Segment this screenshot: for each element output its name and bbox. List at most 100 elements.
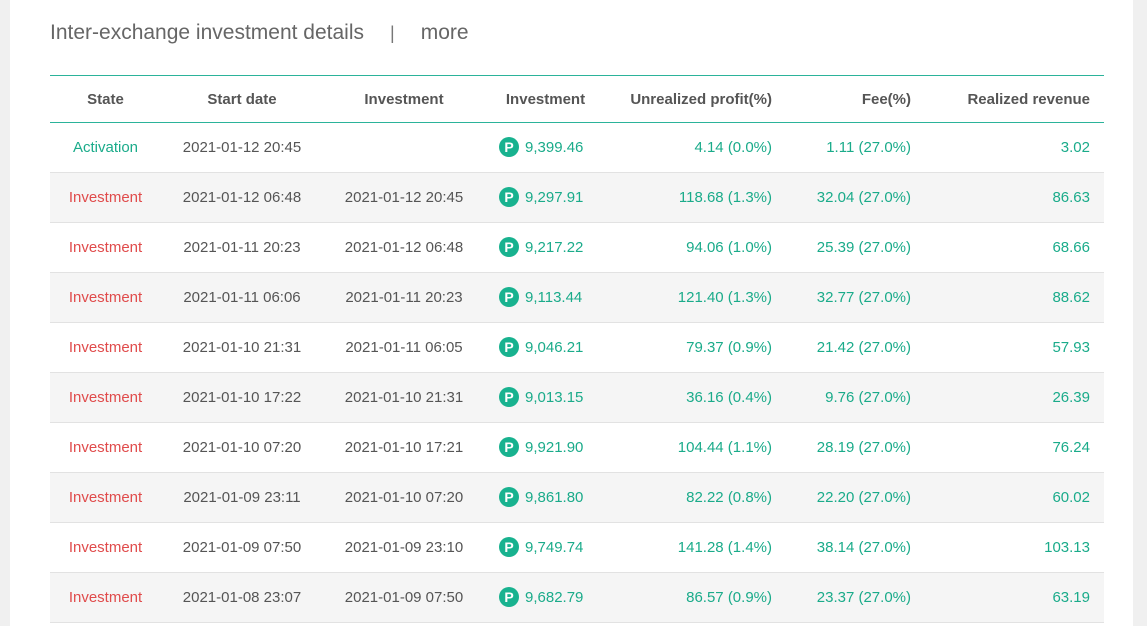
cell-investment-amount: 9,921.90 bbox=[525, 438, 584, 456]
cell-investment: P 9,297.91 bbox=[485, 172, 606, 223]
cell-realized: 63.19 bbox=[925, 572, 1104, 623]
cell-investment-amount: 9,682.79 bbox=[525, 588, 584, 606]
cell-unrealized: 79.37 (0.9%) bbox=[606, 322, 786, 373]
cell-fee: 38.14 (27.0%) bbox=[786, 522, 925, 573]
cell-unrealized: 121.40 (1.3%) bbox=[606, 272, 786, 323]
col-header-start-date: Start date bbox=[161, 75, 323, 123]
cell-state: Investment bbox=[50, 422, 161, 473]
cell-realized: 26.39 bbox=[925, 372, 1104, 423]
cell-fee: 23.37 (27.0%) bbox=[786, 572, 925, 623]
cell-investment: P 9,113.44 bbox=[485, 272, 606, 323]
table-row: Investment 2021-01-09 23:11 2021-01-10 07:… bbox=[50, 472, 1104, 523]
table-header: State Start date Investment Investment U… bbox=[50, 75, 1104, 123]
col-header-investment: Investment bbox=[485, 75, 606, 123]
cell-investment-date: 2021-01-11 06:05 bbox=[323, 322, 485, 373]
cell-unrealized: 94.06 (1.0%) bbox=[606, 222, 786, 273]
cell-fee: 1.11 (27.0%) bbox=[786, 122, 925, 173]
table-row: Investment 2021-01-12 06:48 2021-01-12 20:… bbox=[50, 172, 1104, 223]
investment-table: State Start date Investment Investment U… bbox=[50, 75, 1104, 623]
table-row: Activation 2021-01-12 20:45 P 9,399.46 4.14 … bbox=[50, 122, 1104, 173]
col-header-realized: Realized revenue bbox=[925, 75, 1104, 123]
cell-realized: 103.13 bbox=[925, 522, 1104, 573]
cell-realized: 68.66 bbox=[925, 222, 1104, 273]
cell-unrealized: 141.28 (1.4%) bbox=[606, 522, 786, 573]
cell-state: Investment bbox=[50, 372, 161, 423]
cell-fee: 32.77 (27.0%) bbox=[786, 272, 925, 323]
section-title: Inter-exchange investment details bbox=[50, 21, 365, 44]
cell-investment-date: 2021-01-12 20:45 bbox=[323, 172, 485, 223]
cell-investment-amount: 9,013.15 bbox=[525, 388, 584, 406]
cell-start-date: 2021-01-10 21:31 bbox=[161, 322, 323, 373]
cell-state: Activation bbox=[50, 122, 161, 173]
cell-investment-amount: 9,861.80 bbox=[525, 488, 584, 506]
cell-unrealized: 82.22 (0.8%) bbox=[606, 472, 786, 523]
coin-p-icon: P bbox=[499, 386, 519, 407]
table-row: Investment 2021-01-11 06:06 2021-01-11 20:… bbox=[50, 272, 1104, 323]
header-row: State Start date Investment Investment U… bbox=[50, 75, 1104, 123]
col-header-fee: Fee(%) bbox=[786, 75, 925, 123]
cell-realized: 3.02 bbox=[925, 122, 1104, 173]
cell-investment: P 9,399.46 bbox=[485, 122, 606, 173]
col-header-unrealized: Unrealized profit(%) bbox=[606, 75, 786, 123]
cell-investment-date: 2021-01-10 21:31 bbox=[323, 372, 485, 423]
cell-realized: 86.63 bbox=[925, 172, 1104, 223]
coin-p-icon: P bbox=[499, 336, 519, 357]
cell-state: Investment bbox=[50, 522, 161, 573]
coin-p-icon: P bbox=[499, 586, 519, 607]
table-body: Activation 2021-01-12 20:45 P 9,399.46 4.14 … bbox=[50, 122, 1104, 623]
cell-investment: P 9,217.22 bbox=[485, 222, 606, 273]
coin-p-icon: P bbox=[499, 536, 519, 557]
cell-fee: 25.39 (27.0%) bbox=[786, 222, 925, 273]
cell-investment-date: 2021-01-12 06:48 bbox=[323, 222, 485, 273]
cell-investment-amount: 9,217.22 bbox=[525, 238, 584, 256]
cell-state: Investment bbox=[50, 272, 161, 323]
cell-start-date: 2021-01-09 07:50 bbox=[161, 522, 323, 573]
cell-investment-date: 2021-01-09 07:50 bbox=[323, 572, 485, 623]
cell-state: Investment bbox=[50, 472, 161, 523]
cell-unrealized: 86.57 (0.9%) bbox=[606, 572, 786, 623]
cell-fee: 22.20 (27.0%) bbox=[786, 472, 925, 523]
cell-realized: 57.93 bbox=[925, 322, 1104, 373]
coin-p-icon: P bbox=[499, 236, 519, 257]
cell-unrealized: 118.68 (1.3%) bbox=[606, 172, 786, 223]
cell-unrealized: 104.44 (1.1%) bbox=[606, 422, 786, 473]
cell-investment-date bbox=[323, 122, 485, 173]
cell-investment-amount: 9,399.46 bbox=[525, 138, 584, 156]
cell-investment-amount: 9,046.21 bbox=[525, 338, 584, 356]
cell-investment: P 9,861.80 bbox=[485, 472, 606, 523]
cell-investment-amount: 9,113.44 bbox=[525, 288, 583, 306]
table-row: Investment 2021-01-10 07:20 2021-01-10 17:… bbox=[50, 422, 1104, 473]
cell-state: Investment bbox=[50, 172, 161, 223]
cell-investment: P 9,046.21 bbox=[485, 322, 606, 373]
cell-start-date: 2021-01-12 20:45 bbox=[161, 122, 323, 173]
cell-investment-amount: 9,749.74 bbox=[525, 538, 584, 556]
cell-investment: P 9,013.15 bbox=[485, 372, 606, 423]
cell-investment: P 9,921.90 bbox=[485, 422, 606, 473]
cell-realized: 60.02 bbox=[925, 472, 1104, 523]
table-row: Investment 2021-01-11 20:23 2021-01-12 06:… bbox=[50, 222, 1104, 273]
cell-investment-date: 2021-01-10 17:21 bbox=[323, 422, 485, 473]
cell-unrealized: 4.14 (0.0%) bbox=[606, 122, 786, 173]
table-row: Investment 2021-01-10 21:31 2021-01-11 06:… bbox=[50, 322, 1104, 373]
header-separator: | bbox=[390, 22, 395, 43]
table-row: Investment 2021-01-09 07:50 2021-01-09 23:… bbox=[50, 522, 1104, 573]
coin-p-icon: P bbox=[499, 436, 519, 457]
cell-investment-date: 2021-01-09 23:10 bbox=[323, 522, 485, 573]
table-row: Investment 2021-01-08 23:07 2021-01-09 07:… bbox=[50, 572, 1104, 623]
cell-start-date: 2021-01-09 23:11 bbox=[161, 472, 323, 523]
section-header: Inter-exchange investment details | more bbox=[50, 19, 469, 47]
more-link[interactable]: more bbox=[421, 21, 469, 45]
coin-p-icon: P bbox=[499, 136, 519, 157]
coin-p-icon: P bbox=[499, 286, 519, 307]
col-header-state: State bbox=[50, 75, 161, 123]
table-row: Investment 2021-01-10 17:22 2021-01-10 21:… bbox=[50, 372, 1104, 423]
cell-investment-date: 2021-01-10 07:20 bbox=[323, 472, 485, 523]
cell-start-date: 2021-01-12 06:48 bbox=[161, 172, 323, 223]
coin-p-icon: P bbox=[499, 486, 519, 507]
coin-p-icon: P bbox=[499, 186, 519, 207]
cell-investment: P 9,749.74 bbox=[485, 522, 606, 573]
cell-state: Investment bbox=[50, 322, 161, 373]
cell-state: Investment bbox=[50, 572, 161, 623]
cell-realized: 88.62 bbox=[925, 272, 1104, 323]
col-header-investment-date: Investment bbox=[323, 75, 485, 123]
